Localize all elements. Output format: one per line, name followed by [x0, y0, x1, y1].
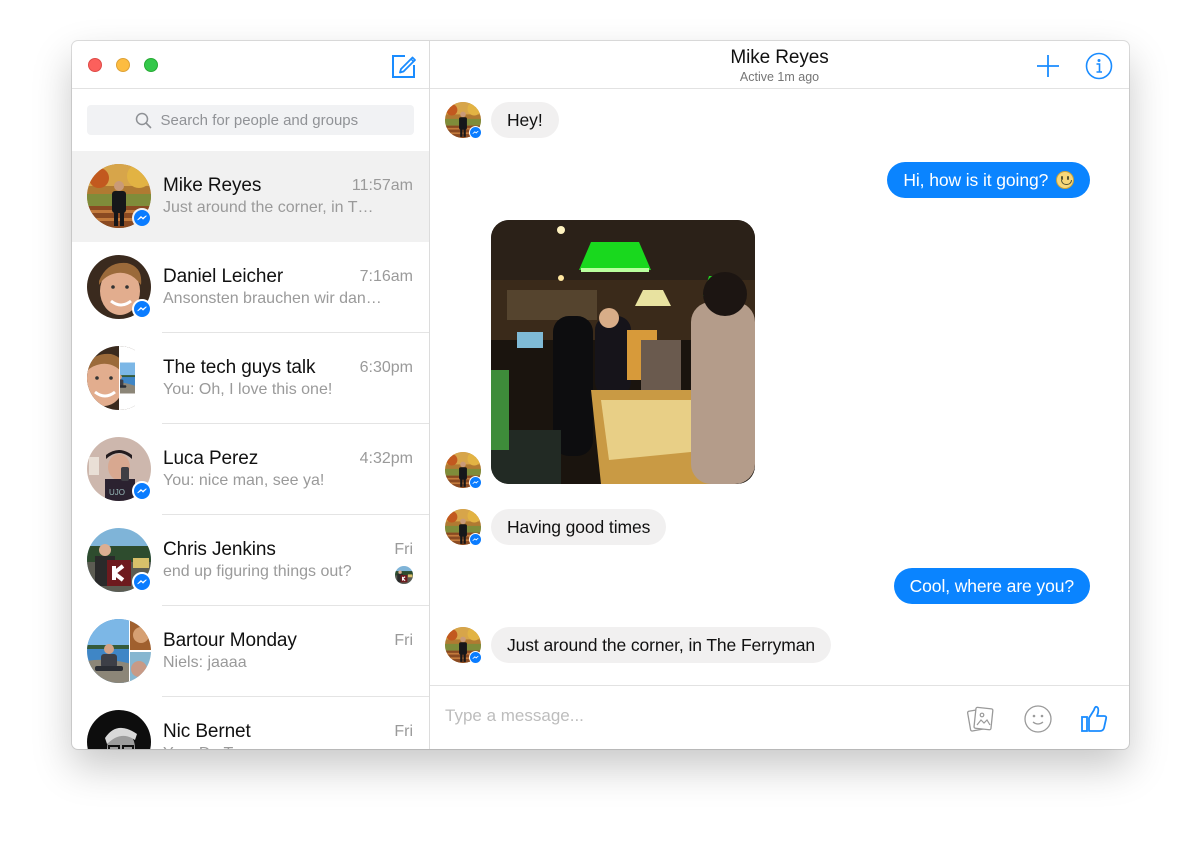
conversation-name: The tech guys talk	[163, 357, 316, 378]
chat-panel: Mike Reyes Active 1m ago Hey! Hi, how is…	[430, 41, 1129, 749]
send-photo-button[interactable]	[966, 704, 996, 734]
conversation-preview: Niels: jaaaa	[163, 654, 247, 671]
conversation-time: Fri	[394, 632, 413, 649]
conversation-preview: You: Oh, I love this one!	[163, 381, 333, 398]
conversation-name: Bartour Monday	[163, 630, 297, 651]
group-avatar	[87, 619, 151, 683]
add-icon	[1037, 55, 1059, 77]
message-bubble: Hi, how is it going?	[887, 162, 1090, 198]
messenger-badge-icon	[132, 299, 152, 319]
search-container	[72, 89, 429, 148]
smiley-emoji-icon	[1056, 171, 1074, 189]
conversation-name: Luca Perez	[163, 448, 259, 469]
messenger-badge-icon	[469, 651, 482, 664]
messenger-badge-icon	[132, 208, 152, 228]
conversation-item-nic-bernet[interactable]: Nic Bernet Fri You: Do T…	[72, 697, 429, 749]
group-avatar	[87, 346, 151, 410]
conversation-item-bartour-monday[interactable]: Bartour Monday Fri Niels: jaaaa	[72, 606, 429, 697]
seen-by-avatar	[395, 566, 413, 584]
like-button[interactable]	[1079, 704, 1109, 734]
sidebar-toolbar	[72, 41, 429, 89]
conversation-item-chris-jenkins[interactable]: Chris Jenkins Fri end up figuring things…	[72, 515, 429, 606]
photo-icon	[966, 706, 994, 732]
message-text: Hi, how is it going?	[903, 170, 1049, 190]
emoji-button[interactable]	[1023, 704, 1053, 734]
search-field[interactable]	[87, 105, 414, 135]
message-thread: Hey! Hi, how is it going? Having good ti…	[430, 90, 1129, 685]
conversation-name: Daniel Leicher	[163, 266, 284, 287]
emoji-icon	[1024, 705, 1052, 733]
messenger-badge-icon	[132, 572, 152, 592]
conversation-list: Mike Reyes 11:57am Just around the corne…	[72, 151, 429, 749]
info-icon	[1085, 52, 1113, 80]
conversation-time: Fri	[394, 541, 413, 558]
message-input[interactable]	[445, 706, 925, 726]
messenger-badge-icon	[469, 533, 482, 546]
shared-photo[interactable]	[491, 220, 755, 484]
message-composer	[430, 685, 1129, 749]
conversation-time: Fri	[394, 723, 413, 740]
conversation-item-luca-perez[interactable]: Luca Perez 4:32pm You: nice man, see ya!	[72, 424, 429, 515]
search-icon	[135, 112, 151, 128]
close-window-button[interactable]	[88, 58, 102, 72]
window-controls	[88, 58, 158, 72]
compose-icon	[392, 55, 416, 78]
conversation-name: Nic Bernet	[163, 721, 251, 742]
message-bubble: Cool, where are you?	[893, 568, 1090, 604]
add-people-button[interactable]	[1034, 52, 1062, 80]
messenger-badge-icon	[469, 126, 482, 139]
message-bubble: Having good times	[491, 509, 667, 545]
conversation-preview: You: nice man, see ya!	[163, 472, 325, 489]
messenger-window: Mike Reyes 11:57am Just around the corne…	[72, 41, 1129, 749]
conversation-item-the-tech-guys-talk[interactable]: The tech guys talk 6:30pm You: Oh, I lov…	[72, 333, 429, 424]
conversation-preview: Just around the corner, in T…	[163, 199, 374, 216]
messenger-badge-icon	[132, 481, 152, 501]
message-bubble: Just around the corner, in The Ferryman	[491, 627, 832, 663]
conversation-time: 11:57am	[351, 177, 413, 194]
conversation-time: 7:16am	[359, 268, 413, 285]
conversation-time: 4:32pm	[359, 450, 413, 467]
messenger-badge-icon	[469, 476, 482, 489]
compose-button[interactable]	[390, 52, 418, 80]
maximize-window-button[interactable]	[144, 58, 158, 72]
conversation-item-mike-reyes[interactable]: Mike Reyes 11:57am Just around the corne…	[72, 151, 429, 242]
avatar	[87, 710, 151, 749]
conversation-item-daniel-leicher[interactable]: Daniel Leicher 7:16am Ansonsten brauchen…	[72, 242, 429, 333]
conversation-time: 6:30pm	[359, 359, 413, 376]
conversation-preview: end up figuring things out?	[163, 563, 352, 580]
chat-status: Active 1m ago	[739, 70, 820, 84]
conversation-preview: You: Do T…	[163, 745, 388, 749]
chat-header: Mike Reyes Active 1m ago	[430, 41, 1129, 89]
search-input[interactable]	[160, 111, 367, 129]
chat-title: Mike Reyes	[730, 47, 829, 68]
sidebar: Mike Reyes 11:57am Just around the corne…	[72, 41, 430, 749]
conversation-name: Chris Jenkins	[163, 539, 276, 560]
conversation-preview: Ansonsten brauchen wir dann …	[163, 290, 388, 307]
conversation-name: Mike Reyes	[163, 175, 262, 196]
conversation-info-button[interactable]	[1085, 52, 1113, 80]
message-bubble: Hey!	[491, 102, 559, 138]
minimize-window-button[interactable]	[116, 58, 130, 72]
like-icon	[1081, 705, 1108, 732]
